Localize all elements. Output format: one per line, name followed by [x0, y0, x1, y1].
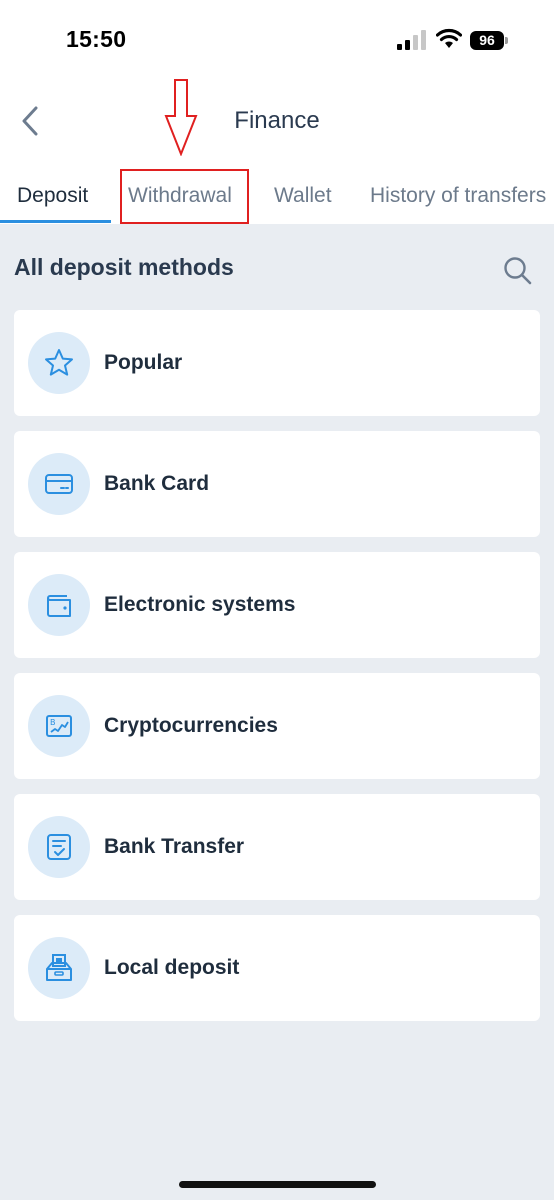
- search-icon[interactable]: [501, 254, 533, 286]
- arrow-down-annotation-icon: [164, 79, 198, 156]
- tab-deposit[interactable]: Deposit: [17, 184, 88, 208]
- active-tab-indicator: [0, 220, 111, 223]
- method-card-cryptocurrencies[interactable]: B Cryptocurrencies: [14, 673, 540, 779]
- tab-wallet[interactable]: Wallet: [274, 184, 332, 208]
- withdrawal-highlight-box: [120, 169, 249, 224]
- home-indicator: [179, 1181, 376, 1188]
- page-title: Finance: [234, 107, 320, 134]
- svg-text:B: B: [50, 718, 56, 727]
- icon-circle: [28, 816, 90, 878]
- method-label: Cryptocurrencies: [104, 714, 278, 737]
- method-card-bank-transfer[interactable]: Bank Transfer: [14, 794, 540, 900]
- icon-circle: [28, 574, 90, 636]
- method-card-popular[interactable]: Popular: [14, 310, 540, 416]
- wallet-icon: [47, 595, 71, 617]
- method-label: Bank Card: [104, 472, 210, 495]
- icon-circle: [28, 453, 90, 515]
- cash-box-icon: [46, 954, 72, 981]
- credit-card-icon: [45, 474, 73, 494]
- tab-history-of-transfers[interactable]: History of transfers: [370, 184, 546, 208]
- method-card-electronic-systems[interactable]: Electronic systems: [14, 552, 540, 658]
- star-icon: [45, 349, 73, 376]
- section-title: All deposit methods: [14, 254, 234, 280]
- battery-indicator: 96: [470, 31, 504, 50]
- crypto-chart-icon: B: [46, 715, 72, 737]
- document-check-icon: [47, 834, 71, 860]
- icon-circle: [28, 332, 90, 394]
- icon-circle: B: [28, 695, 90, 757]
- method-card-local-deposit[interactable]: Local deposit: [14, 915, 540, 1021]
- method-label: Popular: [104, 351, 183, 374]
- tab-bar: Deposit Withdrawal Wallet History of tra…: [0, 176, 554, 224]
- method-label: Bank Transfer: [104, 835, 245, 858]
- signal-icon: [397, 30, 426, 50]
- battery-tip: [505, 37, 508, 44]
- wifi-icon: [436, 28, 462, 48]
- method-label: Local deposit: [104, 956, 240, 979]
- icon-circle: [28, 937, 90, 999]
- method-label: Electronic systems: [104, 593, 296, 616]
- method-card-bank-card[interactable]: Bank Card: [14, 431, 540, 537]
- status-time: 15:50: [66, 26, 127, 52]
